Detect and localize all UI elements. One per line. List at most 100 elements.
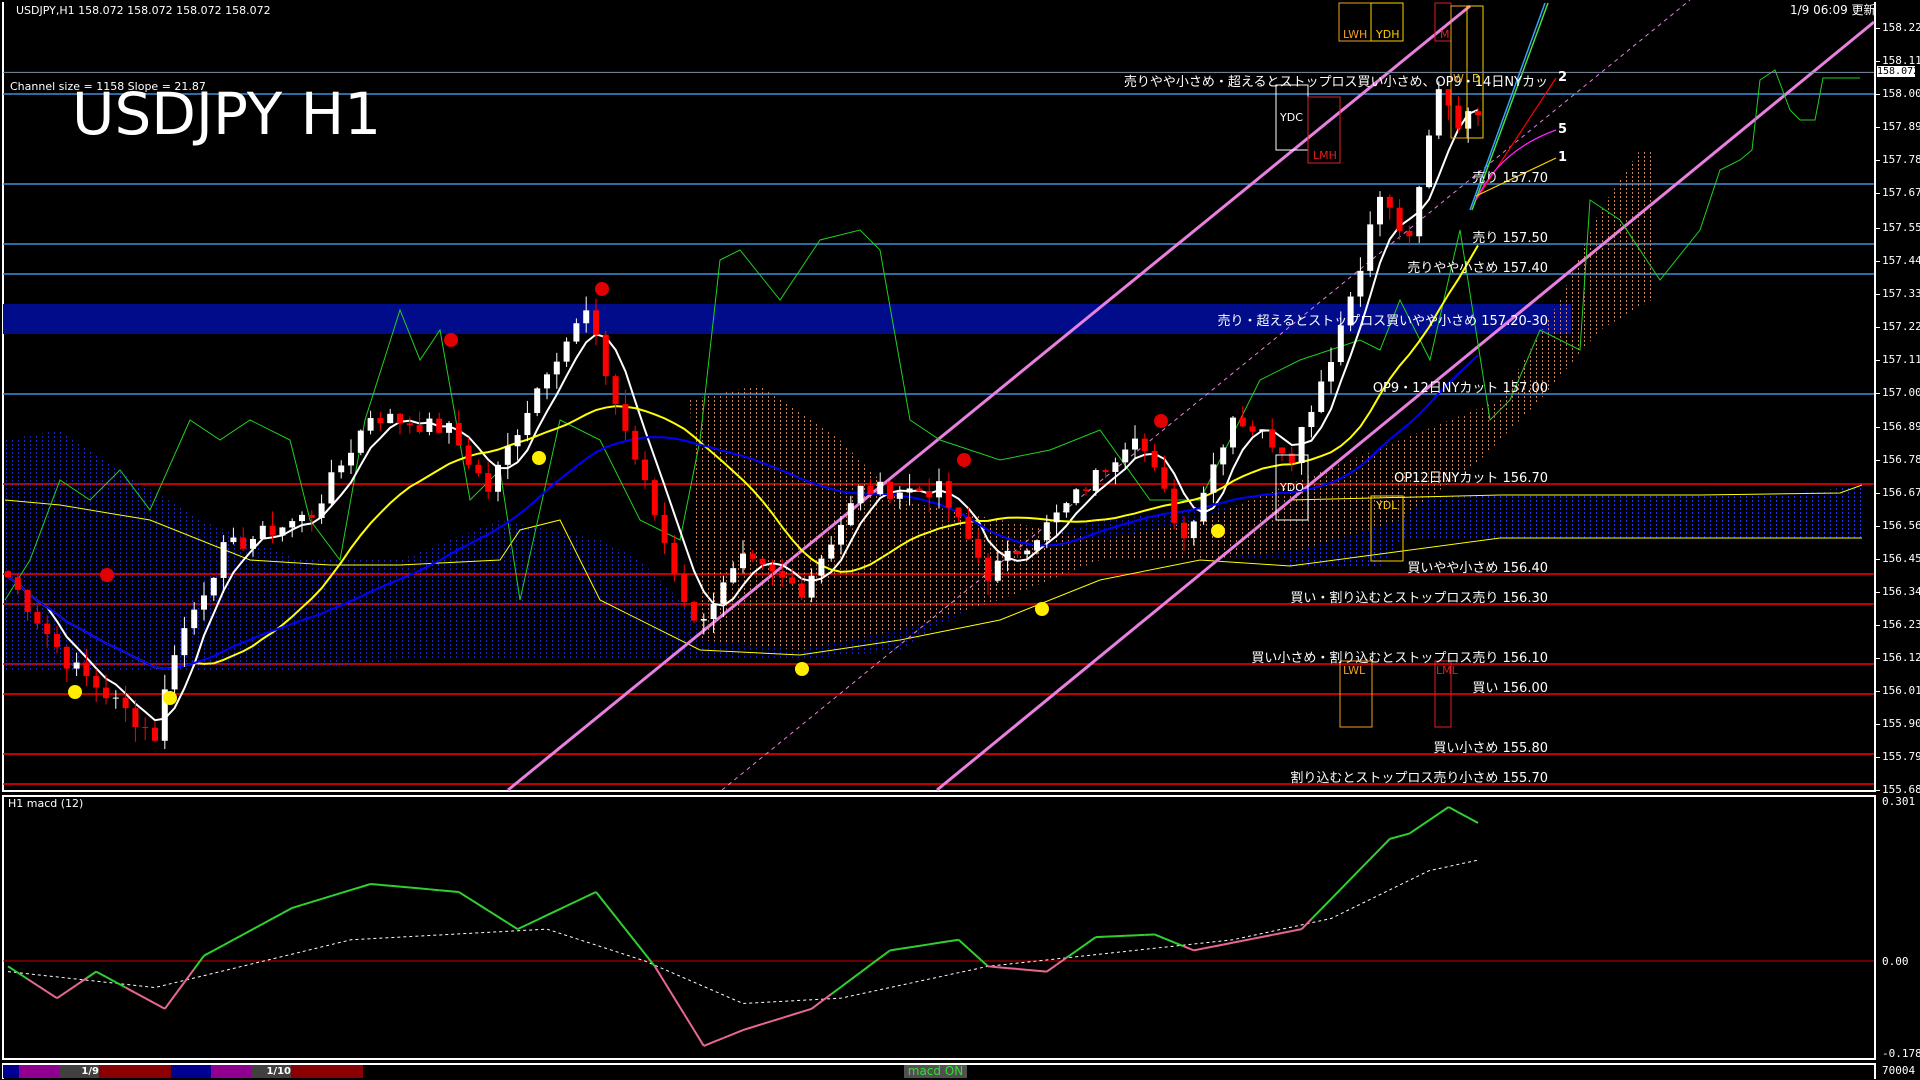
candle [1112, 457, 1119, 485]
macd-segment [487, 909, 499, 918]
macd-segment [879, 949, 891, 959]
macd-segment [1438, 806, 1450, 815]
candle-body [808, 575, 815, 598]
macd-status-button[interactable]: macd ON [904, 1065, 967, 1078]
candle [455, 410, 462, 446]
candle-body [1249, 426, 1256, 432]
candle-body [367, 418, 374, 431]
candle [544, 372, 550, 400]
macd-segment [1046, 963, 1058, 973]
buy-marker [795, 662, 809, 676]
candle-body [299, 514, 305, 522]
macd-segment [46, 990, 58, 1000]
price-tick-label: 157.225 [1882, 319, 1920, 333]
candle-body [230, 537, 237, 543]
macd-segment [860, 964, 871, 974]
macd-segment [919, 943, 930, 947]
candle-body [1475, 111, 1481, 115]
level-label: 売りやや小さめ 157.40 [1407, 261, 1548, 276]
candle-body [553, 361, 560, 375]
macd-segment [703, 1041, 714, 1047]
price-tick [1876, 227, 1880, 229]
macd-segment [850, 971, 862, 981]
candle-body [818, 558, 825, 576]
macd-segment [723, 1033, 734, 1039]
macd-segment [163, 994, 176, 1010]
candle [1318, 370, 1325, 414]
candle-body [926, 491, 933, 498]
price-tick [1876, 559, 1880, 560]
reference-boxes [1275, 2, 1484, 728]
candle-body [83, 662, 90, 677]
candle-body [828, 544, 835, 559]
candle-body [534, 388, 541, 413]
macd-segment [115, 981, 127, 989]
price-tick [1876, 61, 1880, 62]
candle-body [1386, 196, 1393, 208]
strip-seg-purple [19, 1065, 59, 1078]
macd-axis-zero: 0.00 [1882, 955, 1909, 968]
candle-body [651, 480, 658, 515]
macd-segment [1065, 950, 1077, 959]
candle [112, 690, 119, 709]
label-m: M [1440, 28, 1450, 41]
candle [436, 412, 443, 434]
label-lml: LML [1436, 664, 1458, 677]
macd-segment [252, 922, 264, 931]
candle-body [916, 488, 923, 492]
candle-body [936, 481, 942, 498]
macd-segment [1036, 969, 1047, 973]
candle-body [34, 611, 41, 624]
candle-body [1269, 429, 1276, 448]
label-ydo: YDO [1280, 481, 1304, 494]
candle-body [142, 726, 149, 728]
ichimoku-cloud [5, 150, 1862, 670]
macd-lines [7, 806, 1479, 1047]
candle-body [181, 628, 188, 656]
macd-segment [390, 884, 401, 888]
level-label: 売り 157.50 [1472, 231, 1548, 246]
candle-body [73, 662, 80, 669]
macd-segment [634, 940, 646, 955]
candle [534, 387, 541, 417]
macd-segment [468, 897, 479, 906]
price-tick [1876, 625, 1880, 626]
candle-body [1132, 438, 1138, 450]
strip-seg-purple [211, 1065, 251, 1078]
candle-body [906, 488, 913, 493]
macd-segment [370, 883, 381, 886]
macd-segment [36, 984, 48, 993]
candle-body [749, 553, 756, 559]
candle-body [1426, 135, 1432, 188]
price-tick-label: 156.670 [1882, 486, 1920, 499]
candle-body [338, 465, 345, 473]
candle [63, 645, 70, 683]
macd-segment [762, 1019, 773, 1025]
update-time: 1/9 06:09 更新 [1790, 3, 1876, 17]
macd-segment [1349, 868, 1362, 880]
macd-segment [536, 914, 548, 921]
candle-body [1024, 550, 1031, 555]
macd-segment [1252, 935, 1263, 940]
level-label: 売り 157.70 [1472, 171, 1548, 186]
candle-body [1190, 521, 1197, 539]
candle-body [348, 452, 354, 466]
candle [1269, 418, 1276, 453]
candle-body [720, 582, 727, 604]
candle [1396, 199, 1403, 240]
candle-body [24, 589, 31, 612]
candle-body [112, 697, 119, 699]
candle-body [220, 542, 227, 578]
candle-body [779, 571, 786, 578]
candle [446, 421, 452, 444]
macd-segment [938, 940, 949, 944]
candle-body [1083, 489, 1089, 491]
candle-body [485, 473, 492, 492]
candle [1367, 211, 1374, 278]
candle [1308, 405, 1315, 438]
price-tick-label: 156.010 [1882, 684, 1920, 697]
candle-body [1337, 325, 1344, 363]
candle [1377, 191, 1383, 237]
candle-body [994, 560, 1001, 581]
macd-segment [1281, 930, 1292, 934]
